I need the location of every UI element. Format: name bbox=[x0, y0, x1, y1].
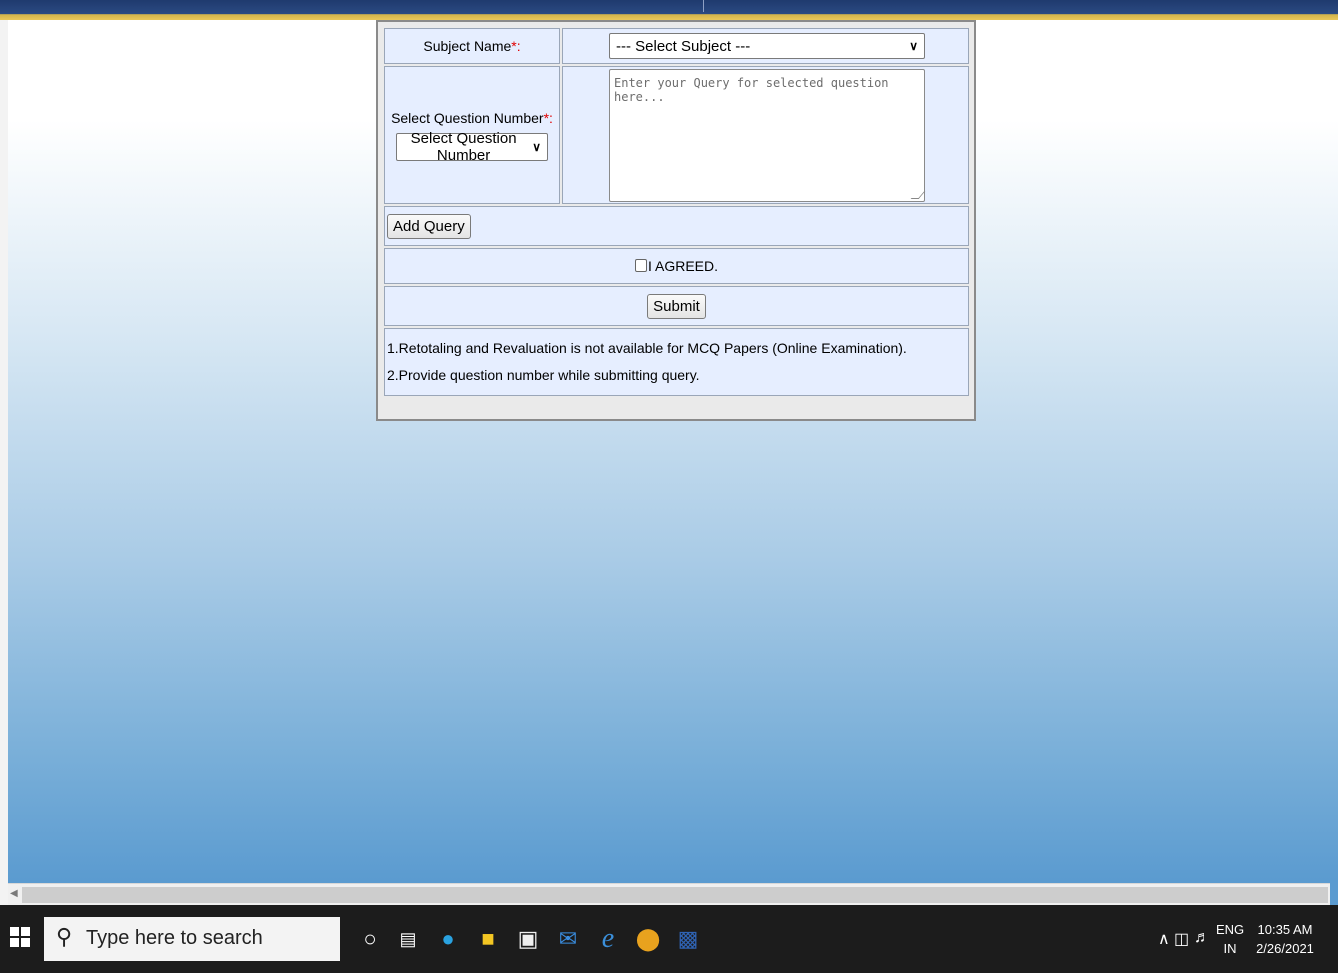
query-placeholder: Enter your Query for selected question h… bbox=[614, 75, 889, 104]
taskbar-search-placeholder: Type here to search bbox=[86, 927, 263, 949]
submit-button[interactable]: Submit bbox=[647, 293, 706, 319]
query-input-cell: Enter your Query for selected question h… bbox=[562, 66, 969, 204]
header-divider bbox=[703, 0, 704, 12]
notes-cell: 1.Retotaling and Revaluation is not avai… bbox=[384, 328, 969, 396]
clock-date: 2/26/2021 bbox=[1256, 941, 1314, 956]
query-textarea[interactable]: Enter your Query for selected question h… bbox=[609, 68, 926, 202]
chevron-down-icon: ∨ bbox=[909, 39, 918, 53]
subject-label-cell: Subject Name*: bbox=[384, 28, 560, 64]
agree-checkbox[interactable] bbox=[634, 259, 647, 272]
taskbar-search-box[interactable]: ⚲ Type here to search bbox=[44, 917, 340, 961]
windows-taskbar: ⚲ Type here to search ○ ▤ ● ■ ▣ ✉ e ⬤ ▩ … bbox=[0, 905, 1338, 973]
horizontal-scrollbar[interactable]: ◀ bbox=[8, 883, 1330, 905]
cortana-icon[interactable]: ○ bbox=[350, 919, 390, 959]
agree-cell: I AGREED. bbox=[384, 248, 969, 284]
word-icon[interactable]: ▩ bbox=[668, 919, 708, 959]
lang-line-2: IN bbox=[1223, 941, 1237, 956]
chevron-up-icon[interactable]: ∧ bbox=[1158, 929, 1170, 949]
add-query-row: Add Query bbox=[384, 206, 969, 246]
volume-icon[interactable]: ♬ bbox=[1194, 929, 1210, 947]
notes-row: 1.Retotaling and Revaluation is not avai… bbox=[384, 328, 969, 396]
submit-row: Submit bbox=[384, 286, 969, 326]
query-form-table: Subject Name*: --- Select Subject --- ∨ … bbox=[382, 26, 971, 398]
file-explorer-icon[interactable]: ■ bbox=[468, 919, 508, 959]
query-form-panel: Subject Name*: --- Select Subject --- ∨ … bbox=[376, 20, 976, 421]
required-mark: *: bbox=[543, 109, 553, 126]
add-query-cell: Add Query bbox=[384, 206, 969, 246]
clock-time: 10:35 AM bbox=[1257, 922, 1313, 937]
chevron-down-icon: ∨ bbox=[532, 139, 541, 154]
question-label: Select Question Number bbox=[391, 109, 544, 126]
clock[interactable]: 10:35 AM 2/26/2021 bbox=[1250, 920, 1320, 958]
agree-row: I AGREED. bbox=[384, 248, 969, 284]
add-query-button[interactable]: Add Query bbox=[387, 213, 471, 239]
subject-select-value: --- Select Subject --- bbox=[616, 37, 751, 55]
system-tray: ∧ ◫ ♬ ENG IN 10:35 AM 2/26/2021 bbox=[1158, 917, 1328, 961]
lang-line-1: ENG bbox=[1216, 922, 1245, 937]
chrome-icon[interactable]: ⬤ bbox=[628, 919, 668, 959]
subject-select[interactable]: --- Select Subject --- ∨ bbox=[609, 33, 925, 59]
language-indicator[interactable]: ENG IN bbox=[1216, 920, 1244, 958]
scroll-left-arrow-icon[interactable]: ◀ bbox=[10, 888, 18, 899]
question-number-select[interactable]: Select Question Number ∨ bbox=[396, 129, 548, 164]
network-icon[interactable]: ◫ bbox=[1174, 929, 1189, 949]
required-mark: *: bbox=[511, 38, 521, 54]
resize-grip-icon[interactable] bbox=[910, 190, 926, 199]
note-line: 2.Provide question number while submitti… bbox=[387, 367, 700, 383]
edge-icon[interactable]: ● bbox=[428, 919, 468, 959]
subject-row: Subject Name*: --- Select Subject --- ∨ bbox=[384, 28, 969, 64]
task-view-icon[interactable]: ▤ bbox=[388, 919, 428, 959]
site-header-strip bbox=[0, 0, 1338, 20]
submit-cell: Submit bbox=[384, 286, 969, 326]
question-label-cell: Select Question Number*: Select Question… bbox=[384, 66, 560, 204]
subject-label: Subject Name bbox=[423, 38, 512, 54]
subject-input-cell: --- Select Subject --- ∨ bbox=[562, 28, 969, 64]
note-line: 1.Retotaling and Revaluation is not avai… bbox=[387, 340, 907, 356]
window-left-edge bbox=[0, 20, 8, 905]
question-select-value: Select Question Number bbox=[410, 129, 517, 164]
internet-explorer-icon[interactable]: e bbox=[588, 919, 628, 959]
windows-start-icon[interactable] bbox=[10, 927, 32, 949]
question-row: Select Question Number*: Select Question… bbox=[384, 66, 969, 204]
agree-label: I AGREED. bbox=[647, 258, 719, 274]
search-icon: ⚲ bbox=[56, 924, 73, 949]
mail-icon[interactable]: ✉ bbox=[548, 919, 588, 959]
store-icon[interactable]: ▣ bbox=[508, 919, 548, 959]
scrollbar-thumb[interactable] bbox=[22, 887, 1328, 903]
